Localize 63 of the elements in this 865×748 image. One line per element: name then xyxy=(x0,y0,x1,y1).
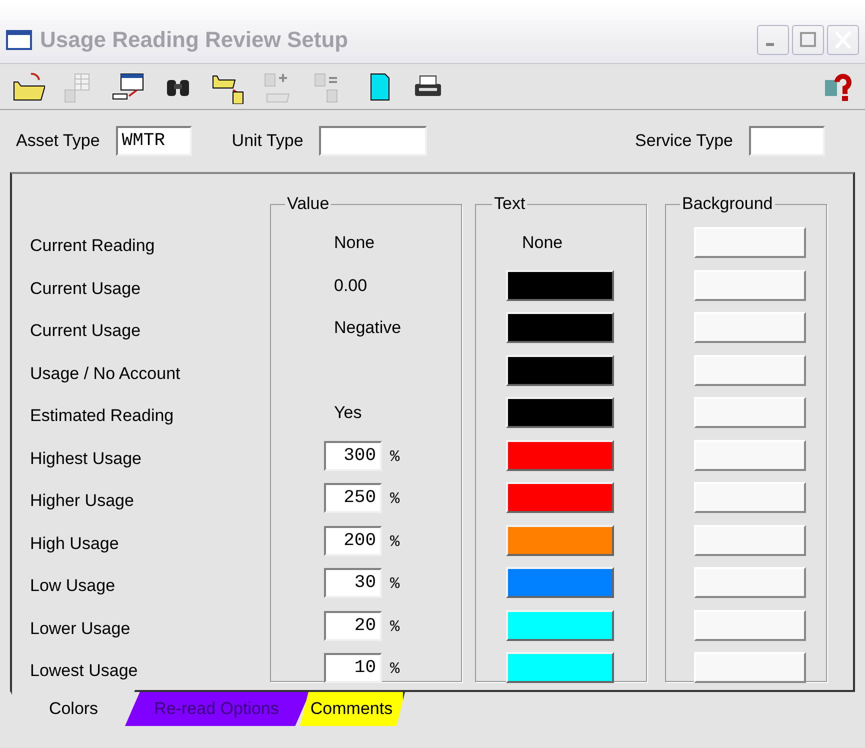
text-color-button[interactable] xyxy=(506,524,614,556)
maximize-button[interactable] xyxy=(792,24,824,54)
text-color-button[interactable] xyxy=(506,354,614,386)
percent-sign: % xyxy=(390,574,400,595)
percent-field[interactable]: 20 xyxy=(324,610,382,640)
text-color-button[interactable] xyxy=(506,440,614,470)
percent-field[interactable]: 200 xyxy=(324,526,382,556)
row-label: Lowest Usage xyxy=(30,660,138,682)
minimize-button[interactable] xyxy=(757,24,789,54)
field-label: Unit Type xyxy=(232,130,304,152)
percent-sign: % xyxy=(390,616,400,638)
row-label: Estimated Reading xyxy=(30,405,174,427)
background-color-button[interactable] xyxy=(694,397,806,428)
text-field[interactable] xyxy=(749,126,825,156)
window-title: Usage Reading Review Setup xyxy=(40,26,350,54)
row-label: Highest Usage xyxy=(30,448,142,470)
text-color-value: None xyxy=(522,232,563,254)
tab[interactable]: Comments xyxy=(300,692,405,726)
text-color-button[interactable] xyxy=(506,610,614,640)
percent-sign: % xyxy=(390,489,400,510)
row-label: Current Usage xyxy=(30,278,141,300)
row-label: Higher Usage xyxy=(30,490,134,512)
background-color-button[interactable] xyxy=(694,312,806,343)
value-text: 0.00 xyxy=(334,274,368,296)
window-icon xyxy=(6,30,32,50)
percent-sign: % xyxy=(390,532,400,552)
background-color-button[interactable] xyxy=(694,227,806,258)
minimize-icon xyxy=(766,43,774,46)
row-label: High Usage xyxy=(30,532,119,554)
background-color-button[interactable] xyxy=(694,652,806,683)
text-color-button[interactable] xyxy=(506,312,614,343)
background-color-button[interactable] xyxy=(694,482,806,513)
row-label: Lower Usage xyxy=(30,618,130,640)
percent-field[interactable]: 30 xyxy=(324,568,382,598)
value-text: None xyxy=(334,232,375,254)
background-color-button[interactable] xyxy=(694,440,806,470)
text-color-button[interactable] xyxy=(506,270,614,300)
text-color-button[interactable] xyxy=(506,397,614,428)
text-color-button[interactable] xyxy=(506,652,614,683)
background-color-button[interactable] xyxy=(694,610,806,640)
percent-field[interactable]: 300 xyxy=(324,440,382,470)
text-color-button[interactable] xyxy=(506,567,614,598)
percent-sign: % xyxy=(390,659,400,680)
background-color-button[interactable] xyxy=(694,524,806,556)
maximize-icon xyxy=(800,32,816,47)
close-button[interactable] xyxy=(827,24,859,54)
text-field[interactable]: WMTR xyxy=(116,126,192,156)
row-label: Usage / No Account xyxy=(30,362,180,384)
background-color-button[interactable] xyxy=(694,270,806,300)
value-text: Yes xyxy=(334,402,362,424)
row-label: Current Reading xyxy=(30,235,155,257)
text-field[interactable] xyxy=(319,126,428,156)
field-label: Asset Type xyxy=(16,130,100,152)
percent-field[interactable]: 10 xyxy=(324,653,382,683)
row-label: Low Usage xyxy=(30,575,116,597)
field-label: Service Type xyxy=(635,130,733,152)
value-text: Negative xyxy=(334,317,402,339)
percent-field[interactable]: 250 xyxy=(324,483,382,513)
row-label: Current Usage xyxy=(30,320,141,342)
background-color-button[interactable] xyxy=(694,354,806,386)
percent-sign: % xyxy=(390,446,400,468)
background-color-button[interactable] xyxy=(694,567,806,598)
text-color-button[interactable] xyxy=(506,482,614,513)
